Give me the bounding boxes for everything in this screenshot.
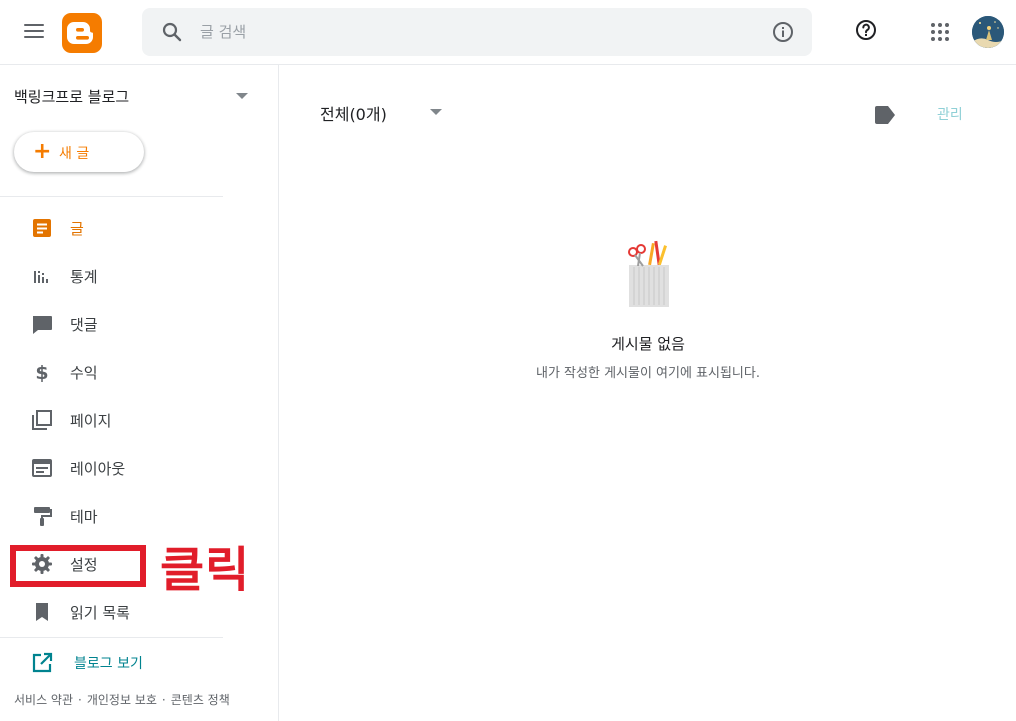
sidebar-item-label: 통계 <box>70 268 98 286</box>
avatar-image <box>972 16 1004 48</box>
view-blog-link[interactable]: 블로그 보기 <box>0 645 240 677</box>
info-icon[interactable] <box>771 20 795 44</box>
main-content: 전체(0개) 관리 게시물 없음 내가 작성한 게시물이 여기에 표시됩니다. <box>280 65 1016 721</box>
blog-selector[interactable]: 백링크프로 블로그 <box>14 85 254 107</box>
sidebar-item-comments[interactable]: 댓글 <box>0 302 240 346</box>
sidebar-item-label: 댓글 <box>70 316 98 334</box>
apps-icon[interactable] <box>928 20 952 44</box>
avatar[interactable] <box>972 16 1004 48</box>
menu-icon[interactable] <box>20 17 48 45</box>
blog-name: 백링크프로 블로그 <box>14 88 130 106</box>
empty-state-subtitle: 내가 작성한 게시물이 여기에 표시됩니다. <box>536 366 760 381</box>
sidebar-item-label: 페이지 <box>70 412 112 430</box>
earnings-icon: $ <box>35 362 48 384</box>
layout-icon <box>32 459 52 477</box>
terms-link[interactable]: 서비스 약관 <box>14 693 73 707</box>
sidebar-item-label: 레이아웃 <box>70 460 126 478</box>
help-icon[interactable] <box>854 18 878 42</box>
sidebar-item-posts[interactable]: 글 <box>0 206 240 250</box>
chevron-down-icon[interactable] <box>430 109 442 115</box>
sidebar-item-label: 테마 <box>70 508 98 526</box>
theme-icon <box>34 507 52 526</box>
new-post-label: 새 글 <box>59 146 90 162</box>
sidebar-item-label: 수익 <box>70 364 98 382</box>
sidebar-item-layout[interactable]: 레이아웃 <box>0 446 240 490</box>
comments-icon <box>33 316 52 334</box>
plus-icon: + <box>33 139 52 164</box>
sidebar-item-label: 설정 <box>70 556 98 574</box>
separator: · <box>161 693 166 707</box>
label-icon[interactable] <box>874 105 896 125</box>
chevron-down-icon <box>236 93 248 99</box>
pages-icon <box>32 410 52 430</box>
divider <box>0 196 223 197</box>
view-blog-label: 블로그 보기 <box>74 656 143 672</box>
sidebar: 백링크프로 블로그 + 새 글 글 통계 댓글 $ 수익 페이지 레이아웃 테마… <box>0 65 279 721</box>
sidebar-item-earnings[interactable]: $ 수익 <box>0 350 240 394</box>
footer-links: 서비스 약관 · 개인정보 보호 · 콘텐츠 정책 <box>14 691 230 708</box>
divider <box>0 637 223 638</box>
separator: · <box>78 693 82 707</box>
filter-label: 전체(0개) <box>320 105 387 124</box>
posts-icon <box>33 219 51 237</box>
sidebar-item-pages[interactable]: 페이지 <box>0 398 240 442</box>
content-policy-link[interactable]: 콘텐츠 정책 <box>171 693 230 707</box>
privacy-link[interactable]: 개인정보 보호 <box>87 693 157 707</box>
stats-icon <box>34 271 48 283</box>
manage-link[interactable]: 관리 <box>937 104 963 124</box>
top-app-bar <box>0 0 1016 65</box>
settings-icon <box>32 554 52 574</box>
new-post-button[interactable]: + 새 글 <box>14 132 144 172</box>
sidebar-item-label: 읽기 목록 <box>70 604 130 622</box>
sidebar-item-stats[interactable]: 통계 <box>0 254 240 298</box>
search-input[interactable] <box>200 20 740 44</box>
search-bar <box>142 8 812 56</box>
open-in-new-icon <box>32 652 53 673</box>
click-annotation: 클릭 <box>160 542 251 598</box>
reading-list-icon <box>36 603 48 621</box>
post-filter-dropdown[interactable]: 전체(0개) <box>320 101 387 125</box>
sidebar-item-label: 글 <box>70 220 84 238</box>
blogger-logo[interactable] <box>62 13 102 53</box>
empty-state-illustration <box>628 240 669 307</box>
svg-text:$: $ <box>35 362 48 384</box>
search-icon[interactable] <box>160 20 184 44</box>
empty-state-title: 게시물 없음 <box>611 335 685 353</box>
blogger-logo-glyph <box>67 22 93 44</box>
